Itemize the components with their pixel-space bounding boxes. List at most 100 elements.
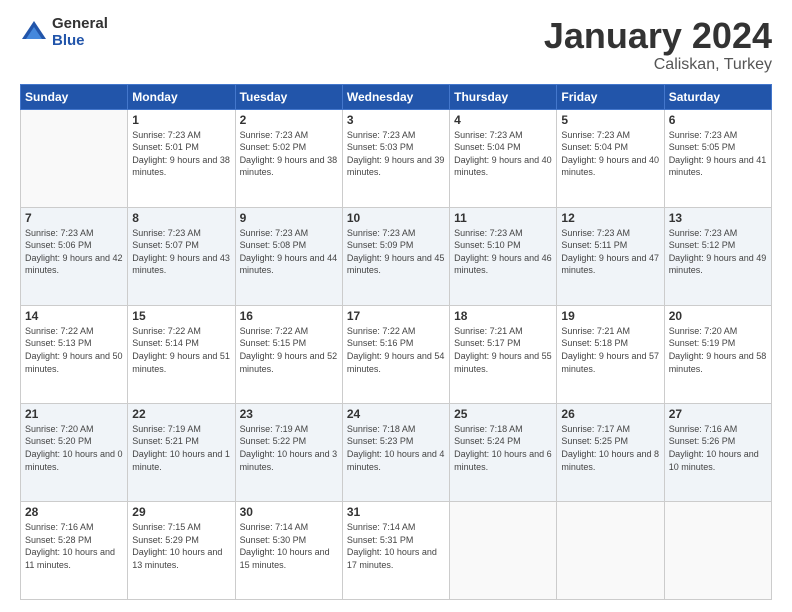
day-number: 6: [669, 113, 767, 127]
day-info: Sunrise: 7:23 AMSunset: 5:10 PMDaylight:…: [454, 227, 552, 277]
table-row: 15 Sunrise: 7:22 AMSunset: 5:14 PMDayligh…: [128, 305, 235, 403]
table-row: 5 Sunrise: 7:23 AMSunset: 5:04 PMDaylight…: [557, 109, 664, 207]
calendar-table: Sunday Monday Tuesday Wednesday Thursday…: [20, 84, 772, 600]
day-number: 16: [240, 309, 338, 323]
table-row: 28 Sunrise: 7:16 AMSunset: 5:28 PMDayligh…: [21, 501, 128, 599]
day-number: 22: [132, 407, 230, 421]
day-info: Sunrise: 7:16 AMSunset: 5:28 PMDaylight:…: [25, 521, 123, 571]
day-info: Sunrise: 7:19 AMSunset: 5:21 PMDaylight:…: [132, 423, 230, 473]
table-row: 11 Sunrise: 7:23 AMSunset: 5:10 PMDayligh…: [450, 207, 557, 305]
table-row: 29 Sunrise: 7:15 AMSunset: 5:29 PMDayligh…: [128, 501, 235, 599]
day-number: 1: [132, 113, 230, 127]
day-number: 30: [240, 505, 338, 519]
day-number: 27: [669, 407, 767, 421]
day-number: 31: [347, 505, 445, 519]
logo-general: General: [52, 16, 108, 33]
location-title: Caliskan, Turkey: [544, 56, 772, 74]
header-monday: Monday: [128, 84, 235, 109]
table-row: 19 Sunrise: 7:21 AMSunset: 5:18 PMDayligh…: [557, 305, 664, 403]
table-row: 1 Sunrise: 7:23 AMSunset: 5:01 PMDaylight…: [128, 109, 235, 207]
day-number: 28: [25, 505, 123, 519]
day-info: Sunrise: 7:23 AMSunset: 5:11 PMDaylight:…: [561, 227, 659, 277]
day-number: 11: [454, 211, 552, 225]
day-number: 24: [347, 407, 445, 421]
header-friday: Friday: [557, 84, 664, 109]
day-info: Sunrise: 7:22 AMSunset: 5:14 PMDaylight:…: [132, 325, 230, 375]
table-row: [557, 501, 664, 599]
day-number: 26: [561, 407, 659, 421]
table-row: [664, 501, 771, 599]
header-wednesday: Wednesday: [342, 84, 449, 109]
day-number: 29: [132, 505, 230, 519]
day-info: Sunrise: 7:16 AMSunset: 5:26 PMDaylight:…: [669, 423, 767, 473]
day-number: 17: [347, 309, 445, 323]
day-info: Sunrise: 7:22 AMSunset: 5:15 PMDaylight:…: [240, 325, 338, 375]
day-number: 25: [454, 407, 552, 421]
table-row: 12 Sunrise: 7:23 AMSunset: 5:11 PMDayligh…: [557, 207, 664, 305]
day-info: Sunrise: 7:22 AMSunset: 5:16 PMDaylight:…: [347, 325, 445, 375]
table-row: [21, 109, 128, 207]
calendar-week-row: 28 Sunrise: 7:16 AMSunset: 5:28 PMDayligh…: [21, 501, 772, 599]
table-row: 18 Sunrise: 7:21 AMSunset: 5:17 PMDayligh…: [450, 305, 557, 403]
day-info: Sunrise: 7:17 AMSunset: 5:25 PMDaylight:…: [561, 423, 659, 473]
table-row: 13Sunrise: 7:23 AMSunset: 5:12 PMDayligh…: [664, 207, 771, 305]
day-number: 15: [132, 309, 230, 323]
table-row: 22 Sunrise: 7:19 AMSunset: 5:21 PMDayligh…: [128, 403, 235, 501]
calendar-week-row: 14Sunrise: 7:22 AMSunset: 5:13 PMDayligh…: [21, 305, 772, 403]
day-info: Sunrise: 7:21 AMSunset: 5:17 PMDaylight:…: [454, 325, 552, 375]
header-thursday: Thursday: [450, 84, 557, 109]
day-number: 2: [240, 113, 338, 127]
day-number: 4: [454, 113, 552, 127]
table-row: 16 Sunrise: 7:22 AMSunset: 5:15 PMDayligh…: [235, 305, 342, 403]
day-info: Sunrise: 7:21 AMSunset: 5:18 PMDaylight:…: [561, 325, 659, 375]
day-info: Sunrise: 7:23 AMSunset: 5:05 PMDaylight:…: [669, 129, 767, 179]
logo-icon: [20, 19, 48, 47]
table-row: 26 Sunrise: 7:17 AMSunset: 5:25 PMDayligh…: [557, 403, 664, 501]
day-number: 5: [561, 113, 659, 127]
day-info: Sunrise: 7:23 AMSunset: 5:09 PMDaylight:…: [347, 227, 445, 277]
day-info: Sunrise: 7:23 AMSunset: 5:04 PMDaylight:…: [454, 129, 552, 179]
day-number: 14: [25, 309, 123, 323]
day-info: Sunrise: 7:19 AMSunset: 5:22 PMDaylight:…: [240, 423, 338, 473]
day-number: 20: [669, 309, 767, 323]
title-block: January 2024 Caliskan, Turkey: [544, 16, 772, 74]
day-info: Sunrise: 7:23 AMSunset: 5:01 PMDaylight:…: [132, 129, 230, 179]
table-row: 6 Sunrise: 7:23 AMSunset: 5:05 PMDaylight…: [664, 109, 771, 207]
day-number: 23: [240, 407, 338, 421]
header-sunday: Sunday: [21, 84, 128, 109]
day-number: 18: [454, 309, 552, 323]
logo: General Blue: [20, 16, 108, 49]
day-info: Sunrise: 7:15 AMSunset: 5:29 PMDaylight:…: [132, 521, 230, 571]
day-number: 8: [132, 211, 230, 225]
day-number: 12: [561, 211, 659, 225]
table-row: 4 Sunrise: 7:23 AMSunset: 5:04 PMDaylight…: [450, 109, 557, 207]
day-number: 21: [25, 407, 123, 421]
calendar-week-row: 21 Sunrise: 7:20 AMSunset: 5:20 PMDayligh…: [21, 403, 772, 501]
day-info: Sunrise: 7:18 AMSunset: 5:23 PMDaylight:…: [347, 423, 445, 473]
table-row: 21 Sunrise: 7:20 AMSunset: 5:20 PMDayligh…: [21, 403, 128, 501]
header-saturday: Saturday: [664, 84, 771, 109]
table-row: 23 Sunrise: 7:19 AMSunset: 5:22 PMDayligh…: [235, 403, 342, 501]
calendar-header-row: Sunday Monday Tuesday Wednesday Thursday…: [21, 84, 772, 109]
day-info: Sunrise: 7:23 AMSunset: 5:07 PMDaylight:…: [132, 227, 230, 277]
table-row: 10 Sunrise: 7:23 AMSunset: 5:09 PMDayligh…: [342, 207, 449, 305]
day-info: Sunrise: 7:14 AMSunset: 5:31 PMDaylight:…: [347, 521, 445, 571]
day-info: Sunrise: 7:23 AMSunset: 5:08 PMDaylight:…: [240, 227, 338, 277]
day-number: 10: [347, 211, 445, 225]
day-number: 7: [25, 211, 123, 225]
header: General Blue January 2024 Caliskan, Turk…: [20, 16, 772, 74]
table-row: 24 Sunrise: 7:18 AMSunset: 5:23 PMDayligh…: [342, 403, 449, 501]
day-number: 13: [669, 211, 767, 225]
table-row: 27 Sunrise: 7:16 AMSunset: 5:26 PMDayligh…: [664, 403, 771, 501]
day-info: Sunrise: 7:20 AMSunset: 5:20 PMDaylight:…: [25, 423, 123, 473]
table-row: 2Sunrise: 7:23 AMSunset: 5:02 PMDaylight…: [235, 109, 342, 207]
day-info: Sunrise: 7:14 AMSunset: 5:30 PMDaylight:…: [240, 521, 338, 571]
calendar-week-row: 7Sunrise: 7:23 AMSunset: 5:06 PMDaylight…: [21, 207, 772, 305]
table-row: 30 Sunrise: 7:14 AMSunset: 5:30 PMDayligh…: [235, 501, 342, 599]
day-number: 19: [561, 309, 659, 323]
logo-blue: Blue: [52, 33, 108, 50]
table-row: 17 Sunrise: 7:22 AMSunset: 5:16 PMDayligh…: [342, 305, 449, 403]
table-row: 14Sunrise: 7:22 AMSunset: 5:13 PMDayligh…: [21, 305, 128, 403]
day-info: Sunrise: 7:23 AMSunset: 5:04 PMDaylight:…: [561, 129, 659, 179]
page: General Blue January 2024 Caliskan, Turk…: [0, 0, 792, 612]
